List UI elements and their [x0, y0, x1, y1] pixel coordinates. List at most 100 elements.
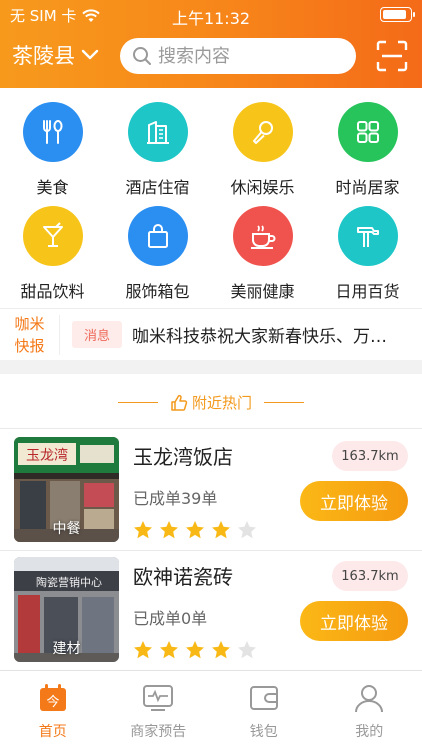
- distance-badge: 163.7km: [332, 441, 408, 471]
- title-line-left: [117, 402, 158, 403]
- category-circle: [127, 206, 188, 266]
- shop-name: 欧神诺瓷砖: [133, 565, 233, 589]
- thumbs-up-icon: [171, 394, 188, 411]
- shop-category-tag: 中餐: [52, 521, 81, 537]
- svg-text:陶瓷营销中心: 陶瓷营销中心: [36, 575, 102, 589]
- category-circle: [337, 206, 398, 266]
- shop-orders: 已成单39单: [133, 489, 218, 508]
- category-fashion-home[interactable]: 时尚居家: [315, 102, 420, 198]
- tab-mine[interactable]: 我的: [317, 671, 422, 750]
- bottom-tab-bar: 今 首页 商家预告 钱包 我的: [0, 670, 422, 750]
- tools-icon: [356, 227, 379, 247]
- news-ticker: 咖米 快报 消息 咖米科技恭祝大家新春快乐、万事如意: [0, 308, 422, 360]
- category-clothing-bags[interactable]: 服饰箱包: [105, 206, 210, 302]
- star-icon: [186, 521, 204, 539]
- search-input[interactable]: [158, 45, 338, 67]
- category-circle: [22, 102, 83, 162]
- shop-category-tag: 建材: [52, 641, 81, 657]
- try-now-button[interactable]: 立即体验: [300, 481, 408, 521]
- fork-spoon-icon: [42, 120, 62, 144]
- news-brand: 咖米 快报: [0, 314, 60, 355]
- divider: [0, 550, 422, 551]
- star-icon: [134, 521, 152, 539]
- hotel-icon: [146, 121, 169, 144]
- shop-card[interactable]: 陶瓷营销中心 建材 欧神诺瓷砖 已成单0单 163.7km 立即体验: [0, 557, 422, 665]
- news-tag: 消息: [72, 321, 123, 348]
- star-icon: [212, 641, 230, 659]
- divider: [0, 428, 422, 429]
- category-dessert-drinks[interactable]: 甜品饮料: [0, 206, 105, 302]
- hot-title-text: 附近热门: [191, 394, 252, 412]
- news-brand-line1: 咖米: [14, 314, 45, 333]
- category-label: 甜品饮料: [20, 282, 85, 301]
- category-circle: [232, 102, 293, 162]
- tab-home[interactable]: 今 首页: [0, 671, 106, 750]
- category-hotel[interactable]: 酒店住宿: [105, 102, 210, 198]
- hot-section-title: 附近热门: [0, 392, 422, 413]
- distance-badge: 163.7km: [332, 561, 408, 591]
- category-label: 美食: [36, 178, 69, 197]
- category-label: 休闲娱乐: [230, 178, 295, 197]
- star-icon: [160, 521, 178, 539]
- category-grid: 美食 酒店住宿 休闲娱乐 时尚居家 甜品饮料 服饰箱包 美丽健康 日用百货: [0, 90, 422, 302]
- shop-name: 玉龙湾饭店: [133, 445, 233, 469]
- city-selector[interactable]: 茶陵县: [12, 40, 99, 70]
- city-label: 茶陵县: [12, 44, 75, 68]
- category-daily-goods[interactable]: 日用百货: [315, 206, 420, 302]
- star-icon: [238, 641, 256, 659]
- battery-icon: [380, 7, 415, 22]
- scan-icon[interactable]: [376, 40, 408, 72]
- status-time: 上午11:32: [171, 9, 251, 28]
- wallet-icon: [249, 686, 278, 710]
- status-bar: 无 SIM 卡 上午11:32: [0, 0, 422, 28]
- shop-card[interactable]: 玉龙湾 中餐 玉龙湾饭店 已成单39单 163.7km 立即体验: [0, 437, 422, 545]
- try-now-button[interactable]: 立即体验: [300, 601, 408, 641]
- cocktail-icon: [42, 222, 63, 247]
- cup-icon: [250, 225, 275, 249]
- rating-stars: [133, 640, 257, 660]
- title-line-right: [264, 402, 304, 403]
- category-food[interactable]: 美食: [0, 102, 105, 198]
- category-circle: [22, 206, 83, 266]
- bag-icon: [147, 224, 168, 248]
- news-headline[interactable]: 咖米科技恭祝大家新春快乐、万事如意: [132, 322, 394, 347]
- calendar-home-icon: 今: [39, 684, 66, 711]
- top-header: 无 SIM 卡 上午11:32 茶陵县: [0, 0, 422, 88]
- svg-text:今: 今: [46, 694, 59, 710]
- search-icon: [133, 47, 151, 65]
- microphone-icon: [252, 121, 273, 144]
- chevron-down-icon: [81, 49, 99, 60]
- tab-label: 首页: [38, 724, 67, 740]
- tab-label: 商家预告: [130, 724, 187, 740]
- category-label: 酒店住宿: [125, 178, 190, 197]
- shop-orders: 已成单0单: [133, 609, 208, 628]
- news-brand-line2: 快报: [14, 336, 45, 355]
- star-icon: [212, 521, 230, 539]
- rating-stars: [133, 520, 257, 540]
- category-label: 服饰箱包: [125, 282, 190, 301]
- category-label: 时尚居家: [335, 178, 400, 197]
- tab-merchant-preview[interactable]: 商家预告: [106, 671, 212, 750]
- search-bar[interactable]: [120, 38, 356, 74]
- category-beauty-health[interactable]: 美丽健康: [210, 206, 315, 302]
- tab-label: 钱包: [249, 724, 278, 740]
- category-label: 日用百货: [335, 282, 400, 301]
- pulse-screen-icon: [143, 685, 174, 711]
- star-icon: [134, 641, 152, 659]
- section-gap: [0, 360, 422, 374]
- grid-icon: [356, 121, 379, 143]
- category-circle: [337, 102, 398, 162]
- category-circle: [127, 102, 188, 162]
- user-icon: [355, 685, 384, 713]
- star-icon: [186, 641, 204, 659]
- category-circle: [232, 206, 293, 266]
- category-leisure[interactable]: 休闲娱乐: [210, 102, 315, 198]
- star-icon: [238, 521, 256, 539]
- svg-text:玉龙湾: 玉龙湾: [26, 447, 68, 464]
- tab-wallet[interactable]: 钱包: [211, 671, 317, 750]
- star-icon: [160, 641, 178, 659]
- category-label: 美丽健康: [230, 282, 295, 301]
- shop-photo: 陶瓷营销中心 建材: [14, 557, 119, 662]
- battery-fill: [383, 10, 406, 19]
- tab-label: 我的: [355, 724, 384, 740]
